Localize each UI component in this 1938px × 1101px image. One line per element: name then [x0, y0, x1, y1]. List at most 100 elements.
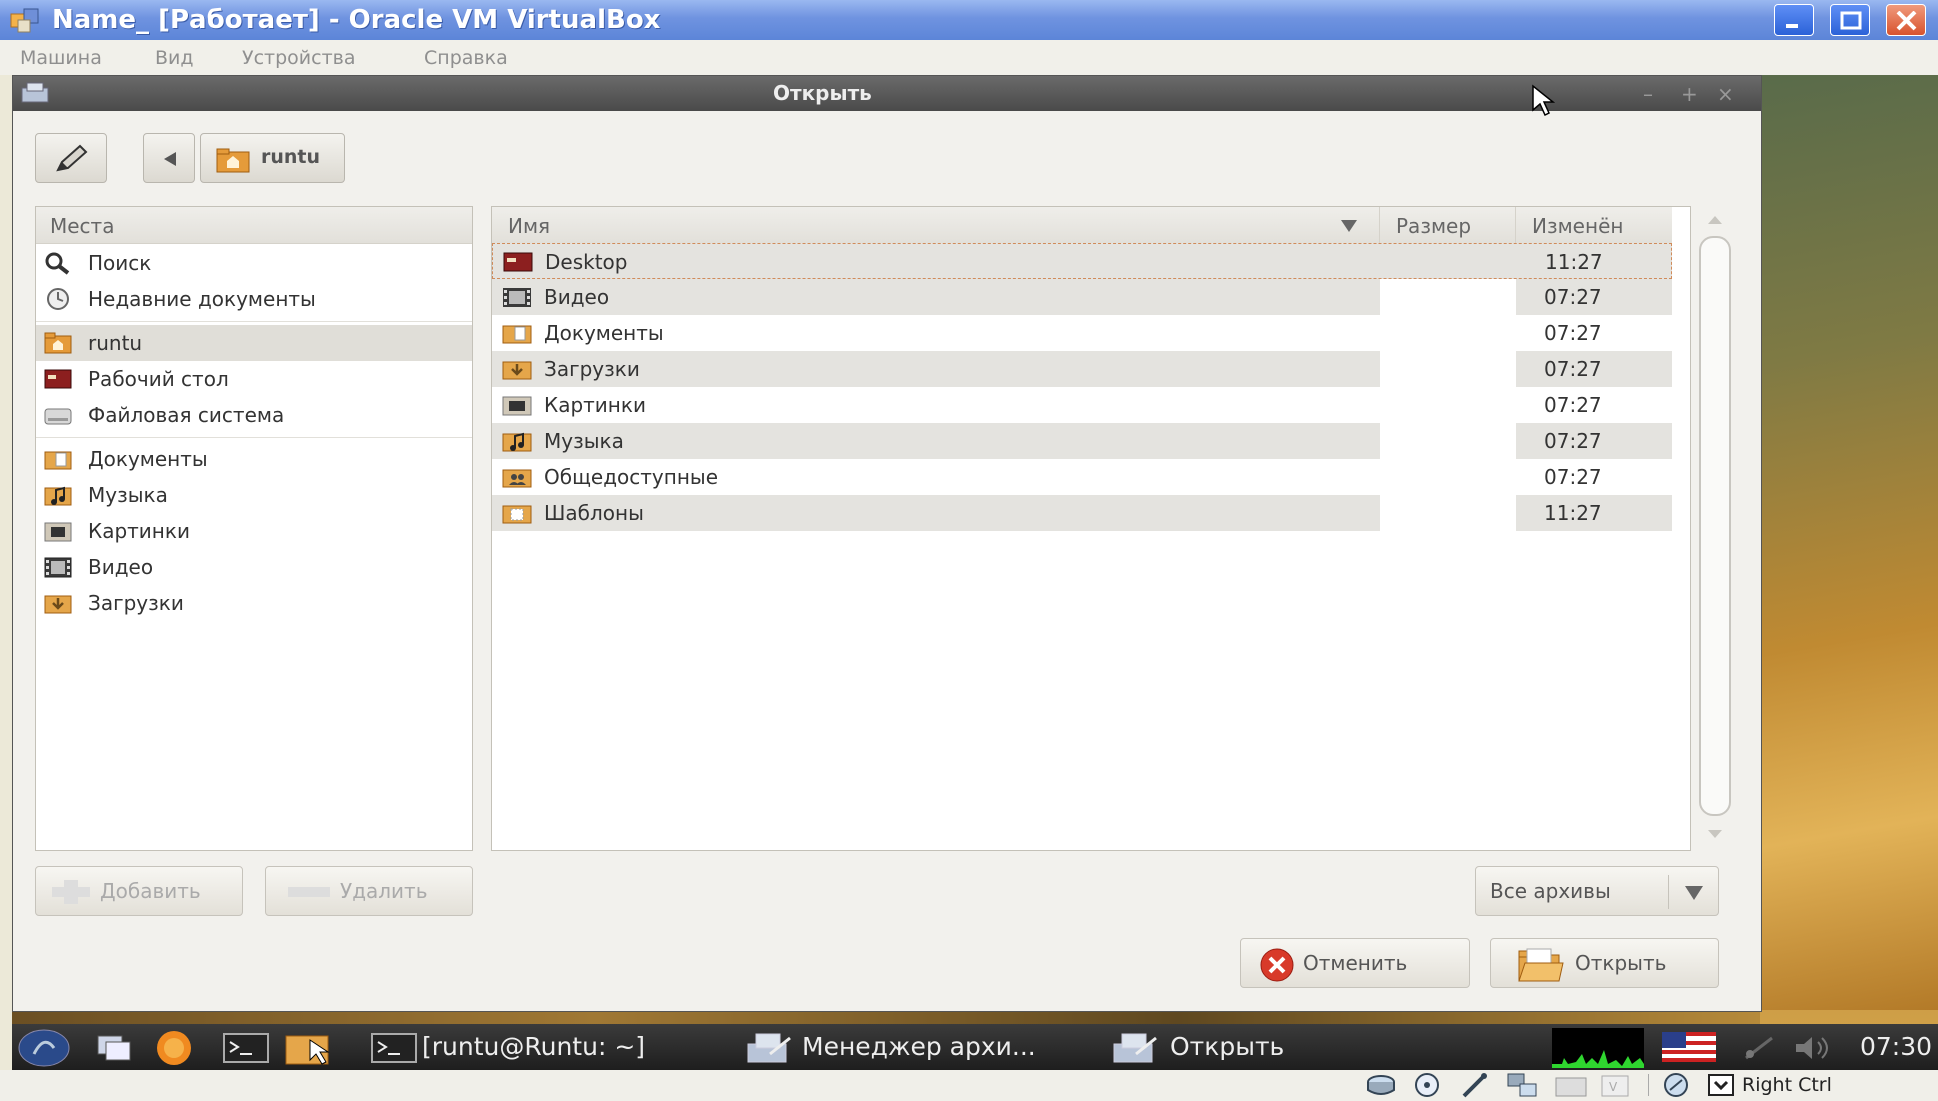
- maximize-icon: [1840, 11, 1862, 30]
- cpu-monitor-icon: [1552, 1028, 1644, 1068]
- close-icon: [1896, 11, 1917, 31]
- column-header-name[interactable]: Имя: [492, 207, 1380, 243]
- path-runtu-button[interactable]: runtu: [200, 133, 345, 183]
- file-row-desktop[interactable]: Desktop 11:27: [492, 243, 1672, 279]
- dialog-titlebar: Открыть – + ×: [13, 76, 1761, 111]
- start-menu-icon[interactable]: [16, 1028, 74, 1068]
- remove-bookmark-button[interactable]: Удалить: [265, 866, 473, 916]
- places-header: Места: [36, 207, 472, 244]
- clock[interactable]: 07:30: [1860, 1032, 1932, 1061]
- place-item-desktop[interactable]: Рабочий стол: [36, 361, 472, 397]
- place-item-label: runtu: [88, 331, 143, 355]
- mouse-integration-icon[interactable]: [1660, 1072, 1692, 1098]
- minimize-icon: [1786, 24, 1798, 28]
- menu-machine[interactable]: Машина: [20, 47, 102, 69]
- network-icon[interactable]: [1742, 1034, 1776, 1062]
- file-name: Шаблоны: [544, 501, 644, 525]
- file-modified: 07:27: [1544, 285, 1602, 309]
- file-name: Desktop: [545, 250, 628, 274]
- place-item-video[interactable]: Видео: [36, 549, 472, 585]
- place-item-pictures[interactable]: Картинки: [36, 513, 472, 549]
- dialog-minimize-button[interactable]: –: [1643, 82, 1653, 106]
- scroll-up-icon[interactable]: [1706, 214, 1724, 226]
- place-item-label: Музыка: [88, 483, 168, 507]
- file-list: Имя Размер Изменён Desktop 11:27 Видео 0…: [491, 206, 1691, 851]
- optical-drive-icon[interactable]: [1412, 1072, 1442, 1098]
- cancel-button[interactable]: Отменить: [1240, 938, 1470, 988]
- pencil-icon: [56, 144, 88, 172]
- usb-icon[interactable]: [1460, 1072, 1490, 1098]
- terminal-launcher-icon[interactable]: [222, 1032, 270, 1064]
- column-header-modified[interactable]: Изменён: [1516, 207, 1672, 243]
- place-item-label: Загрузки: [88, 591, 184, 615]
- place-item-music[interactable]: Музыка: [36, 477, 472, 513]
- scroll-down-icon[interactable]: [1706, 828, 1724, 840]
- maximize-button[interactable]: [1830, 4, 1870, 36]
- cancel-button-label: Отменить: [1303, 951, 1408, 975]
- file-list-scrollbar[interactable]: [1699, 236, 1731, 816]
- path-back-button[interactable]: [143, 133, 195, 183]
- video-folder-icon: [503, 288, 531, 307]
- taskbar-item-archive-manager[interactable]: Менеджер архи...: [732, 1024, 1092, 1070]
- menu-help[interactable]: Справка: [424, 47, 508, 69]
- file-name: Общедоступные: [544, 465, 719, 489]
- firefox-icon[interactable]: [152, 1028, 196, 1068]
- file-manager-icon[interactable]: [284, 1030, 334, 1066]
- taskbar-item-terminal[interactable]: [runtu@Runtu: ~]: [362, 1024, 702, 1070]
- archive-manager-icon: [1113, 1033, 1157, 1063]
- place-item-recent[interactable]: Недавние документы: [36, 281, 472, 317]
- file-filter-dropdown[interactable]: Все архивы: [1475, 866, 1719, 916]
- keyboard-layout-flag-icon[interactable]: [1662, 1032, 1716, 1062]
- open-button[interactable]: Открыть: [1490, 938, 1719, 988]
- shared-folders-icon[interactable]: [1554, 1072, 1588, 1098]
- file-row-video[interactable]: Видео 07:27: [492, 279, 1672, 315]
- desktop-wallpaper: [1760, 75, 1938, 1010]
- file-row-downloads[interactable]: Загрузки 07:27: [492, 351, 1672, 387]
- dialog-close-button[interactable]: ×: [1717, 82, 1734, 106]
- file-row-music[interactable]: Музыка 07:27: [492, 423, 1672, 459]
- virtualbox-app-icon: [10, 8, 39, 33]
- downloads-folder-icon: [44, 595, 72, 614]
- place-item-downloads[interactable]: Загрузки: [36, 585, 472, 621]
- file-row-pictures[interactable]: Картинки 07:27: [492, 387, 1672, 423]
- place-item-label: Видео: [88, 555, 154, 579]
- place-item-search[interactable]: Поиск: [36, 245, 472, 281]
- music-folder-icon: [44, 486, 72, 506]
- minimize-button[interactable]: [1774, 4, 1814, 36]
- file-row-templates[interactable]: Шаблоны 11:27: [492, 495, 1672, 531]
- home-folder-icon: [216, 148, 250, 173]
- dropdown-divider: [1668, 875, 1669, 909]
- taskbar-item-label: Менеджер архи...: [802, 1032, 1036, 1061]
- dialog-maximize-button[interactable]: +: [1681, 82, 1698, 106]
- column-header-size[interactable]: Размер: [1380, 207, 1516, 243]
- video-capture-icon[interactable]: V: [1600, 1072, 1630, 1098]
- drive-icon: [44, 408, 72, 425]
- file-modified: 07:27: [1544, 321, 1602, 345]
- add-bookmark-button[interactable]: Добавить: [35, 866, 243, 916]
- pictures-folder-icon: [502, 396, 532, 416]
- close-button[interactable]: [1886, 4, 1926, 36]
- show-desktop-icon[interactable]: [96, 1032, 132, 1064]
- desktop-icon: [44, 369, 72, 389]
- terminal-icon: [371, 1033, 417, 1063]
- type-path-button[interactable]: [35, 133, 107, 183]
- place-item-label: Документы: [88, 447, 208, 471]
- taskbar-item-open-dialog[interactable]: Открыть: [1102, 1024, 1332, 1070]
- menu-devices[interactable]: Устройства: [242, 47, 355, 69]
- chevron-down-icon: [1685, 886, 1703, 900]
- volume-icon[interactable]: [1794, 1034, 1834, 1062]
- menu-view[interactable]: Вид: [155, 47, 194, 69]
- place-item-label: Картинки: [88, 519, 190, 543]
- place-item-runtu[interactable]: runtu: [36, 325, 472, 361]
- place-item-documents[interactable]: Документы: [36, 441, 472, 477]
- host-key-label: Right Ctrl: [1742, 1074, 1832, 1096]
- pictures-folder-icon: [44, 522, 72, 542]
- hard-disk-icon[interactable]: [1366, 1072, 1396, 1098]
- file-row-documents[interactable]: Документы 07:27: [492, 315, 1672, 351]
- place-item-filesystem[interactable]: Файловая система: [36, 397, 472, 433]
- public-folder-icon: [502, 469, 532, 488]
- places-separator: [36, 321, 472, 322]
- network-adapter-icon[interactable]: [1506, 1072, 1540, 1098]
- file-row-public[interactable]: Общедоступные 07:27: [492, 459, 1672, 495]
- file-modified: 11:27: [1545, 250, 1603, 274]
